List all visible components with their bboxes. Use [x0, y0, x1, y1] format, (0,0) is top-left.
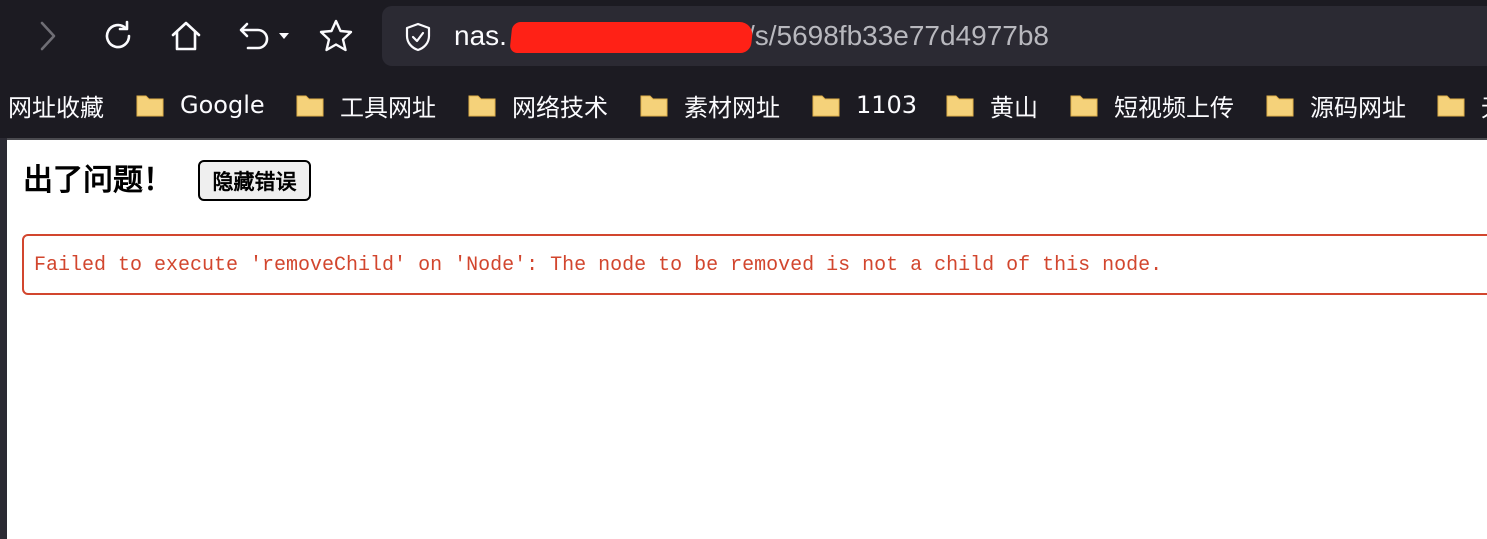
browser-toolbar: nas. /s/5698fb33e77d4977b8	[0, 0, 1487, 76]
page-left-edge	[0, 138, 7, 539]
bookmark-folder[interactable]: 网络技术	[468, 86, 608, 124]
error-title: 出了问题！	[23, 163, 173, 198]
bookmark-label: 工具网址	[340, 93, 436, 122]
url-host: nas.	[454, 20, 507, 51]
folder-icon	[1070, 95, 1098, 117]
home-icon[interactable]	[164, 14, 208, 58]
folder-icon	[1437, 95, 1465, 117]
bookmark-folder[interactable]: 工具网址	[296, 86, 436, 124]
url-bar[interactable]: nas. /s/5698fb33e77d4977b8	[382, 6, 1487, 66]
bookmark-label: 网址收藏	[8, 93, 104, 122]
bookmark-label: 网络技术	[512, 93, 608, 122]
folder-icon	[946, 95, 974, 117]
bookmark-item[interactable]: 网址收藏	[8, 86, 104, 124]
bookmarks-bar: 网址收藏 Google 工具网址 网络技术 素材网址 1103 黄山 短视频上传…	[0, 76, 1487, 138]
folder-icon	[1266, 95, 1294, 117]
bookmark-label: 源码网址	[1310, 93, 1406, 122]
bookmark-label: 无	[1481, 88, 1487, 123]
bookmark-folder[interactable]: 源码网址	[1266, 86, 1406, 124]
url-path: /s/5698fb33e77d4977b8	[746, 20, 1050, 51]
forward-icon[interactable]	[26, 14, 70, 58]
error-message: Failed to execute 'removeChild' on 'Node…	[34, 254, 1163, 277]
dropdown-arrow-icon[interactable]	[270, 14, 298, 58]
error-box: Failed to execute 'removeChild' on 'Node…	[22, 234, 1487, 295]
bookmark-folder[interactable]: Google	[136, 86, 265, 124]
bookmark-label: 短视频上传	[1114, 93, 1234, 122]
shield-icon[interactable]	[402, 21, 434, 53]
star-icon[interactable]	[314, 14, 358, 58]
bookmark-label: 1103	[856, 91, 918, 119]
bookmark-folder[interactable]: 素材网址	[640, 86, 780, 124]
redaction-mark	[509, 22, 754, 53]
reload-icon[interactable]	[96, 14, 140, 58]
bookmark-label: 黄山	[990, 93, 1038, 122]
folder-icon	[468, 95, 496, 117]
folder-icon	[136, 95, 164, 117]
folder-icon	[640, 95, 668, 117]
bookmark-label: Google	[180, 91, 265, 119]
bookmark-folder[interactable]: 黄山	[946, 86, 1038, 124]
folder-icon	[296, 95, 324, 117]
undo-icon[interactable]	[230, 14, 274, 58]
bookmark-label: 素材网址	[684, 93, 780, 122]
bookmark-folder[interactable]: 1103	[812, 86, 917, 124]
bookmark-folder[interactable]: 无	[1437, 86, 1487, 124]
folder-icon	[812, 95, 840, 117]
hide-error-button[interactable]: 隐藏错误	[198, 160, 311, 201]
bookmark-folder[interactable]: 短视频上传	[1070, 86, 1234, 124]
